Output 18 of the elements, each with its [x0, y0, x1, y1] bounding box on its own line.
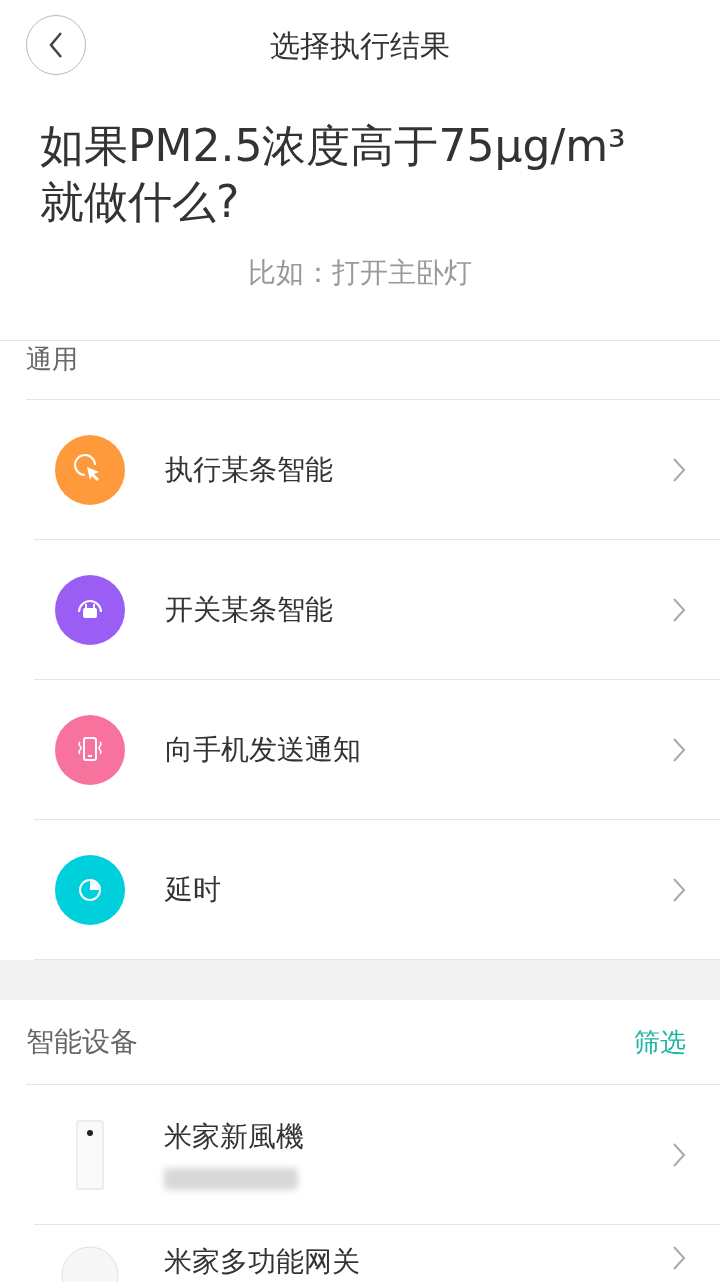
chevron-icon — [672, 596, 686, 623]
device-name[interactable]: 米家多功能网关 — [164, 1245, 672, 1279]
device-name[interactable]: 米家新風機 — [164, 1119, 672, 1154]
section-heading: 智能设备 — [26, 1024, 138, 1060]
section-heading: 通用 — [26, 343, 78, 376]
chevron-icon — [672, 456, 686, 483]
page-title: 选择执行结果 — [270, 26, 450, 65]
example-hint: 比如：打开主卧灯 — [248, 255, 472, 291]
question-title: 如果PM2.5浓度高于75μg/m³就做什么? — [40, 119, 627, 229]
chevron-icon — [672, 1245, 686, 1271]
action-item[interactable]: 开关某条智能 — [165, 588, 672, 631]
chevron-icon — [672, 876, 686, 903]
action-item[interactable]: 向手机发送通知 — [165, 728, 672, 771]
action-item[interactable]: 延时 — [165, 868, 672, 911]
chevron-icon — [672, 736, 686, 763]
chevron-icon — [672, 1141, 686, 1168]
action-item[interactable]: 执行某条智能 — [165, 448, 672, 491]
back-icon — [48, 31, 64, 59]
